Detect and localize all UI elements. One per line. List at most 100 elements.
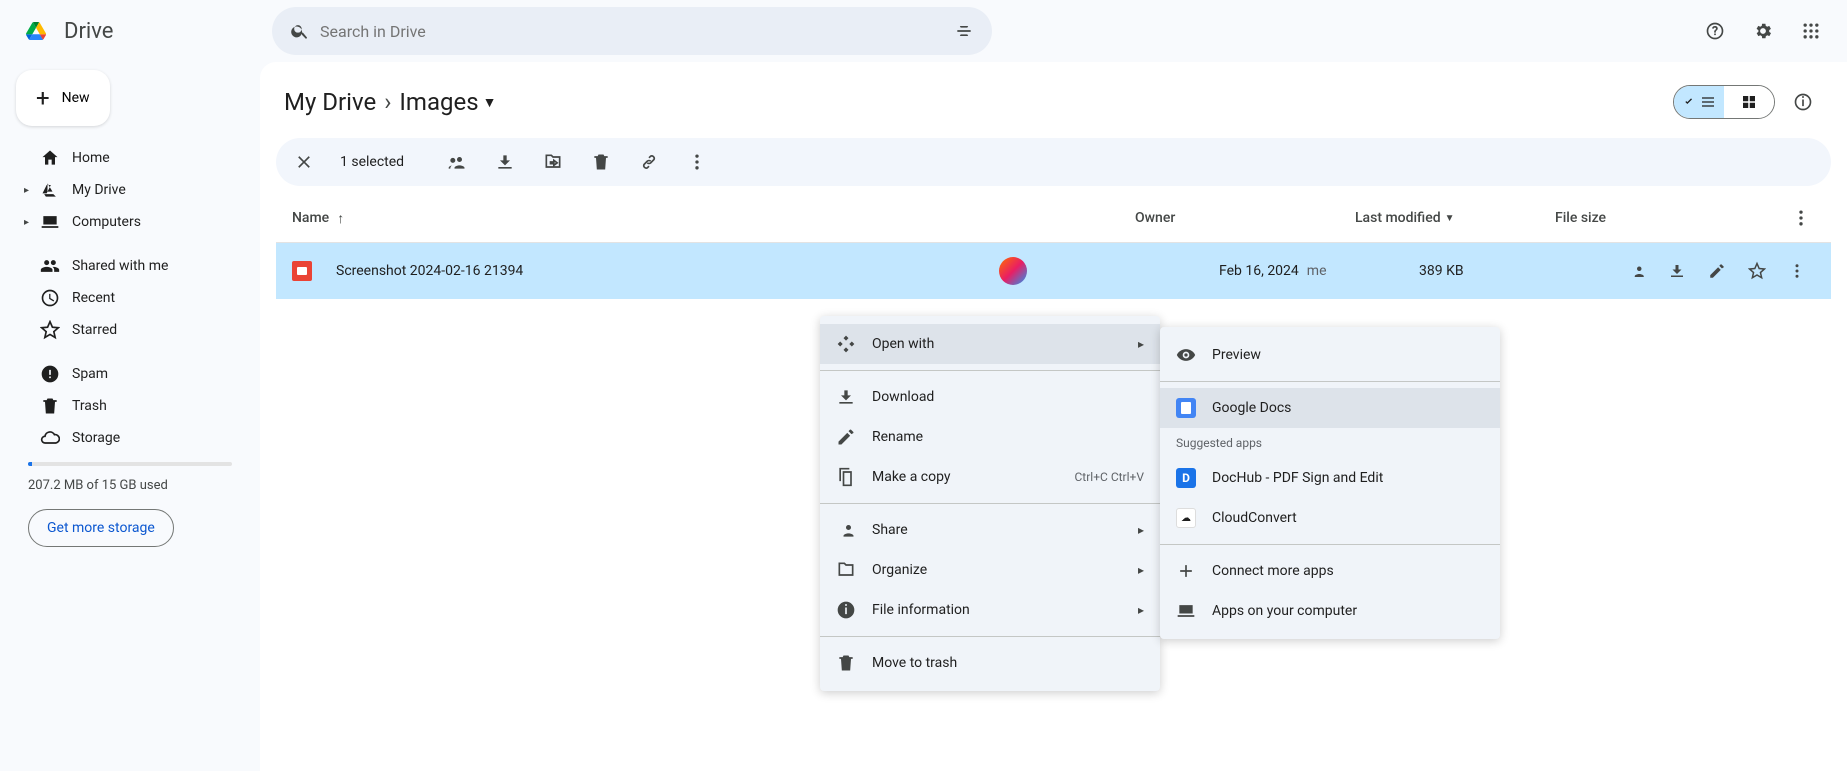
storage-bar: [28, 462, 232, 466]
apps-icon[interactable]: [1791, 11, 1831, 51]
sidebar-item-shared[interactable]: Shared with me: [16, 250, 244, 282]
download-icon: [836, 387, 856, 407]
plus-icon: [1176, 561, 1196, 581]
menu-open-with[interactable]: Open with ▸: [820, 324, 1160, 364]
modified-by: me: [1307, 263, 1327, 279]
chevron-right-icon: ▸: [1138, 563, 1144, 577]
star-icon: [40, 320, 60, 340]
clock-icon: [40, 288, 60, 308]
sidebar-item-home[interactable]: Home: [16, 142, 244, 174]
column-size[interactable]: File size: [1555, 210, 1755, 226]
trash-icon: [836, 653, 856, 673]
sidebar-item-label: Shared with me: [72, 258, 168, 274]
submenu-computer-apps[interactable]: Apps on your computer: [1160, 591, 1500, 631]
menu-download[interactable]: Download: [820, 377, 1160, 417]
content-area: My Drive › Images ▼ 1 selected: [260, 62, 1847, 771]
modified-date: Feb 16, 2024: [1219, 263, 1299, 279]
computer-icon: [40, 212, 60, 232]
submenu-connect-apps[interactable]: Connect more apps: [1160, 551, 1500, 591]
grid-view-button[interactable]: [1724, 86, 1774, 118]
row-rename-icon[interactable]: [1699, 253, 1735, 289]
help-icon[interactable]: [1695, 11, 1735, 51]
sidebar-item-label: My Drive: [72, 182, 126, 198]
submenu-cloudconvert[interactable]: ☁ CloudConvert: [1160, 498, 1500, 538]
search-bar: [272, 7, 992, 55]
rename-icon: [836, 427, 856, 447]
plus-icon: +: [36, 86, 50, 110]
download-icon[interactable]: [485, 142, 525, 182]
sidebar-item-trash[interactable]: Trash: [16, 390, 244, 422]
row-more-icon[interactable]: [1779, 253, 1815, 289]
sidebar-item-starred[interactable]: Starred: [16, 314, 244, 346]
people-icon: [40, 256, 60, 276]
table-row[interactable]: Screenshot 2024-02-16 21394 Feb 16, 2024…: [276, 242, 1831, 299]
share-icon: [836, 520, 856, 540]
home-icon: [40, 148, 60, 168]
dropdown-icon: ▼: [483, 94, 497, 111]
view-toggle: [1673, 85, 1775, 119]
settings-icon[interactable]: [1743, 11, 1783, 51]
menu-organize[interactable]: Organize ▸: [820, 550, 1160, 590]
chevron-right-icon: ›: [384, 88, 391, 116]
clear-selection-icon[interactable]: [284, 142, 324, 182]
column-owner[interactable]: Owner: [1135, 210, 1355, 226]
selection-count: 1 selected: [332, 154, 412, 170]
menu-rename[interactable]: Rename: [820, 417, 1160, 457]
delete-icon[interactable]: [581, 142, 621, 182]
more-icon[interactable]: [1787, 204, 1815, 232]
search-options-icon[interactable]: [944, 11, 984, 51]
view-controls: [1673, 82, 1823, 122]
file-name: Screenshot 2024-02-16 21394: [336, 263, 523, 279]
open-with-submenu: Preview Google Docs Suggested apps D Doc…: [1160, 327, 1500, 639]
header: Drive: [0, 0, 1847, 62]
search-icon[interactable]: [280, 11, 320, 51]
new-button[interactable]: + New: [16, 70, 110, 126]
selection-bar: 1 selected: [276, 138, 1831, 186]
column-modified[interactable]: Last modified▼: [1355, 210, 1555, 226]
row-download-icon[interactable]: [1659, 253, 1695, 289]
column-name[interactable]: Name↑: [292, 210, 1135, 227]
new-button-label: New: [62, 90, 90, 106]
sidebar-item-computers[interactable]: Computers: [16, 206, 244, 238]
row-share-icon[interactable]: [1619, 253, 1655, 289]
sort-arrow-icon: ↑: [337, 210, 344, 227]
copy-icon: [836, 467, 856, 487]
sidebar-item-label: Home: [72, 150, 110, 166]
file-size: 389 KB: [1419, 263, 1619, 279]
logo-area: Drive: [16, 11, 260, 51]
submenu-google-docs[interactable]: Google Docs: [1160, 388, 1500, 428]
sidebar-item-label: Spam: [72, 366, 108, 382]
link-icon[interactable]: [629, 142, 669, 182]
row-star-icon[interactable]: [1739, 253, 1775, 289]
drive-logo-icon[interactable]: [16, 11, 56, 51]
sidebar-item-mydrive[interactable]: My Drive: [16, 174, 244, 206]
menu-make-copy[interactable]: Make a copy Ctrl+C Ctrl+V: [820, 457, 1160, 497]
breadcrumb-root[interactable]: My Drive: [284, 88, 376, 116]
info-icon[interactable]: [1783, 82, 1823, 122]
storage-text: 207.2 MB of 15 GB used: [16, 474, 244, 497]
more-icon[interactable]: [677, 142, 717, 182]
menu-share[interactable]: Share ▸: [820, 510, 1160, 550]
submenu-dochub[interactable]: D DocHub - PDF Sign and Edit: [1160, 458, 1500, 498]
search-input[interactable]: [320, 22, 944, 41]
list-view-button[interactable]: [1674, 86, 1724, 118]
info-icon: [836, 600, 856, 620]
submenu-preview[interactable]: Preview: [1160, 335, 1500, 375]
share-icon[interactable]: [437, 142, 477, 182]
sidebar-item-label: Trash: [72, 398, 107, 414]
context-menu: Open with ▸ Download Rename Make a copy …: [820, 316, 1160, 691]
move-icon[interactable]: [533, 142, 573, 182]
sidebar-item-storage[interactable]: Storage: [16, 422, 244, 454]
get-more-storage-button[interactable]: Get more storage: [28, 509, 174, 547]
chevron-right-icon: ▸: [1138, 523, 1144, 537]
open-with-icon: [836, 334, 856, 354]
product-name[interactable]: Drive: [64, 19, 113, 44]
image-file-icon: [292, 261, 312, 281]
breadcrumb-current[interactable]: Images ▼: [399, 88, 496, 116]
sidebar-item-label: Starred: [72, 322, 117, 338]
menu-file-info[interactable]: File information ▸: [820, 590, 1160, 630]
menu-trash[interactable]: Move to trash: [820, 643, 1160, 683]
sidebar-item-recent[interactable]: Recent: [16, 282, 244, 314]
sidebar-item-spam[interactable]: Spam: [16, 358, 244, 390]
sidebar-item-label: Storage: [72, 430, 120, 446]
